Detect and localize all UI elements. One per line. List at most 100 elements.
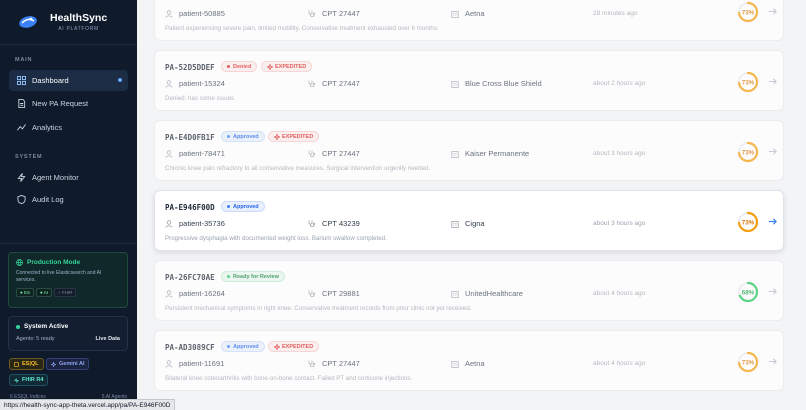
- pa-id: PA-52D5DDEF: [165, 63, 215, 72]
- payer-field: UnitedHealthcare: [451, 289, 523, 298]
- user-icon: [165, 219, 173, 228]
- user-icon: [165, 79, 173, 88]
- clinical-note: Patient experiencing severe pain, limite…: [165, 25, 439, 32]
- badge-esql: ES|QL: [9, 358, 44, 370]
- pa-card[interactable]: PA-26FC70AE Ready for Review patient-162…: [154, 260, 784, 321]
- pa-id: PA-E946F00D: [165, 203, 215, 212]
- active-indicator: [118, 78, 122, 82]
- nav-agent-monitor[interactable]: Agent Monitor: [9, 167, 128, 188]
- pa-card[interactable]: PA-E4D0FB1F Approved EXPEDITED patient-7…: [154, 120, 784, 181]
- gauge-label: 73%: [742, 149, 755, 156]
- user-icon: [165, 289, 173, 298]
- timestamp: about 2 hours ago: [593, 80, 646, 87]
- clinical-note: Progressive dysphagia with documented we…: [165, 235, 387, 242]
- user-icon: [165, 149, 173, 158]
- arrow-right-icon[interactable]: [768, 77, 777, 86]
- nav-analytics[interactable]: Analytics: [9, 117, 128, 138]
- nav-audit-log-label: Audit Log: [32, 195, 64, 204]
- building-icon: [451, 360, 459, 368]
- status-badge: Approved: [221, 131, 265, 142]
- timestamp: about 3 hours ago: [593, 150, 646, 157]
- pulse-icon: [14, 377, 19, 383]
- expedited-badge: EXPEDITED: [261, 61, 313, 72]
- production-mode-title: Production Mode: [27, 259, 81, 266]
- gauge-label: 73%: [742, 79, 755, 86]
- globe-icon: [16, 259, 23, 266]
- brand-name: HealthSync: [50, 12, 108, 24]
- patient-field: patient-50885: [165, 9, 225, 18]
- system-section-label: SYSTEM: [15, 154, 43, 160]
- nav-dashboard[interactable]: Dashboard: [9, 70, 128, 91]
- pa-card[interactable]: PA-E946F00D Approved patient-35736 CPT 4…: [154, 190, 784, 251]
- building-icon: [451, 80, 459, 88]
- cpt-field: CPT 27447: [308, 79, 360, 88]
- bolt-icon: [17, 173, 26, 182]
- clinical-note: Persistent mechanical symptoms in right …: [165, 305, 472, 312]
- nav-new-pa-request[interactable]: New PA Request: [9, 93, 128, 114]
- chip-es: ● ES: [16, 288, 34, 297]
- arrow-right-icon[interactable]: [768, 147, 777, 156]
- approval-score-gauge: 73%: [737, 351, 759, 373]
- payer-field: Kaiser Permanente: [451, 149, 529, 158]
- cpt-field: CPT 27447: [308, 9, 360, 18]
- user-icon: [165, 359, 173, 368]
- patient-field: patient-15324: [165, 79, 225, 88]
- pa-id: PA-26FC70AE: [165, 273, 215, 282]
- chip-ai: ● AI: [35, 288, 52, 297]
- live-data-label: Live Data: [95, 336, 120, 342]
- pa-card[interactable]: PA-AD3089CF Approved EXPEDITED patient-1…: [154, 330, 784, 391]
- shield-icon: [17, 195, 26, 204]
- arrow-right-icon[interactable]: [768, 7, 777, 16]
- gauge-label: 68%: [742, 289, 755, 296]
- status-dot-icon: [16, 324, 20, 329]
- building-icon: [451, 290, 459, 298]
- brand[interactable]: HealthSync AI PLATFORM: [18, 12, 107, 32]
- payer-field: Aetna: [451, 9, 485, 18]
- system-status-card: System Active Agents: 5 ready Live Data: [8, 316, 128, 351]
- building-icon: [451, 220, 459, 228]
- approval-score-gauge: 73%: [737, 211, 759, 233]
- status-badge: Denied: [221, 61, 258, 72]
- arrow-right-icon[interactable]: [768, 217, 777, 226]
- building-icon: [451, 10, 459, 18]
- user-icon: [165, 9, 173, 18]
- approval-score-gauge: 73%: [737, 141, 759, 163]
- pa-card[interactable]: PA-52D5DDEF Denied EXPEDITED patient-153…: [154, 50, 784, 111]
- cpt-field: CPT 27447: [308, 359, 360, 368]
- clinical-note: Chronic knee pain refractory to all cons…: [165, 165, 431, 172]
- status-badge: Approved: [221, 201, 265, 212]
- status-bar-url: https://health-sync-app-theta.vercel.app…: [0, 399, 176, 410]
- approval-score-gauge: 73%: [737, 71, 759, 93]
- expedited-badge: EXPEDITED: [268, 131, 320, 142]
- badge-fhir: FHIR R4: [9, 374, 49, 386]
- nav-new-pa-label: New PA Request: [32, 99, 89, 108]
- status-badge: Ready for Review: [221, 271, 285, 282]
- nav-dashboard-label: Dashboard: [32, 76, 69, 85]
- status-badge: Approved: [221, 341, 265, 352]
- brand-subtitle: AI PLATFORM: [58, 26, 99, 32]
- stethoscope-icon: [308, 80, 316, 87]
- alert-icon: [267, 63, 273, 70]
- approval-score-gauge: 73%: [737, 1, 759, 23]
- clinical-note: Bilateral knee osteoarthritis with bone-…: [165, 375, 413, 382]
- gauge-label: 73%: [742, 219, 755, 226]
- timestamp: about 4 hours ago: [593, 290, 646, 297]
- patient-field: patient-78471: [165, 149, 225, 158]
- pa-request-list: patient-50885 CPT 27447 Aetna 28 minutes…: [137, 0, 806, 410]
- nav-audit-log[interactable]: Audit Log: [9, 189, 128, 210]
- stethoscope-icon: [308, 220, 316, 227]
- arrow-right-icon[interactable]: [768, 287, 777, 296]
- alert-icon: [274, 133, 280, 140]
- approval-score-gauge: 68%: [737, 281, 759, 303]
- document-icon: [18, 99, 26, 108]
- sidebar-divider-bottom: [0, 243, 137, 244]
- agents-ready: Agents: 5 ready: [16, 336, 55, 342]
- production-mode-card: Production Mode Connected to live Elasti…: [8, 252, 128, 308]
- payer-field: Cigna: [451, 219, 485, 228]
- pa-card[interactable]: patient-50885 CPT 27447 Aetna 28 minutes…: [154, 0, 784, 41]
- payer-field: Blue Cross Blue Shield: [451, 79, 542, 88]
- arrow-right-icon[interactable]: [768, 357, 777, 366]
- pa-id: PA-AD3089CF: [165, 343, 215, 352]
- building-icon: [451, 150, 459, 158]
- sidebar: HealthSync AI PLATFORM MAIN Dashboard Ne…: [0, 0, 137, 410]
